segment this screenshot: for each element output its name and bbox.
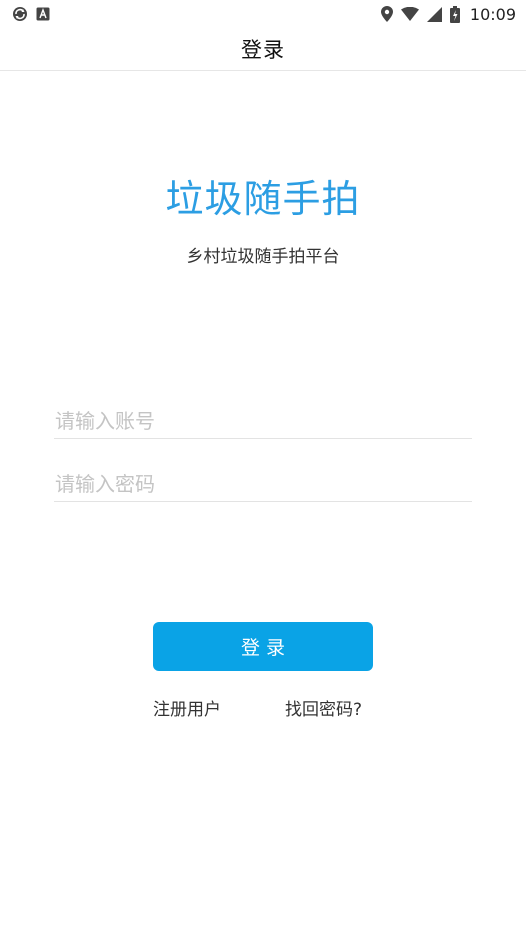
account-input[interactable] xyxy=(54,403,472,438)
app-subtitle: 乡村垃圾随手拍平台 xyxy=(186,247,340,267)
page-title: 登录 xyxy=(241,38,285,62)
password-field-container xyxy=(54,466,472,502)
battery-icon xyxy=(449,5,460,23)
account-field-container xyxy=(54,403,472,439)
status-left-icons xyxy=(12,6,50,22)
app-a-icon xyxy=(36,7,50,21)
password-input[interactable] xyxy=(54,466,472,501)
status-right-icons: 10:09 xyxy=(380,4,516,24)
status-time: 10:09 xyxy=(469,4,516,24)
signal-icon xyxy=(426,6,442,22)
sync-icon xyxy=(12,6,28,22)
wifi-icon xyxy=(400,7,419,21)
login-button[interactable]: 登录 xyxy=(153,622,373,671)
location-icon xyxy=(380,6,393,22)
forgot-password-link[interactable]: 找回密码? xyxy=(285,695,362,720)
status-bar: 10:09 xyxy=(0,0,526,28)
register-link[interactable]: 注册用户 xyxy=(153,695,221,720)
app-title: 垃圾随手拍 xyxy=(165,177,361,221)
title-bar: 登录 xyxy=(0,28,526,71)
login-screen: 10:09 登录 垃圾随手拍 乡村垃圾随手拍平台 登录 注册用户 找回密码? xyxy=(0,0,526,934)
